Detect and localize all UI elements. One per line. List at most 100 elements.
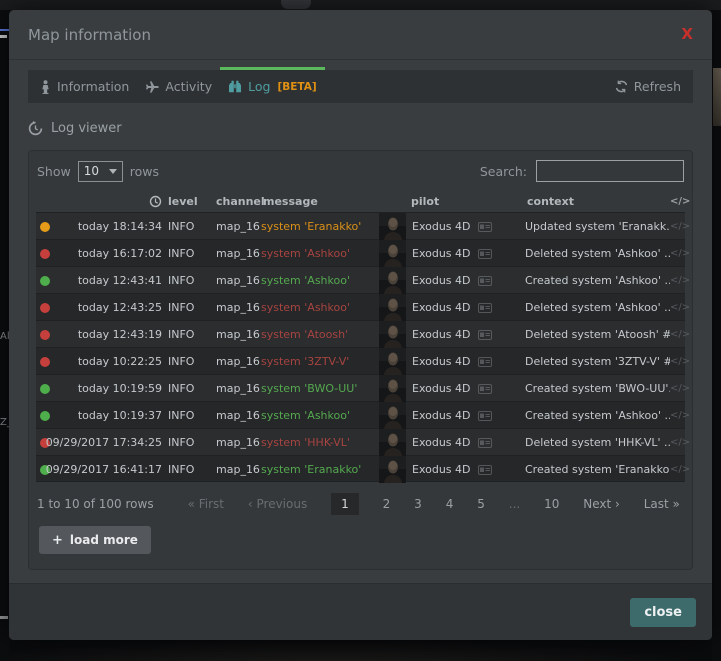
log-context: Updated system 'Eranakk... [525, 220, 670, 233]
log-level: INFO [166, 274, 214, 287]
log-message: system 'Ashkoo' [261, 247, 350, 260]
page-number[interactable]: 1 [331, 493, 359, 515]
header-level[interactable]: level [166, 195, 214, 208]
log-context: Deleted system 'HHK-VL' ... [525, 436, 670, 449]
page-number[interactable]: 3 [414, 497, 422, 511]
page-ellipsis: ... [509, 497, 520, 511]
log-message: system 'HHK-VL' [261, 436, 350, 449]
pilot-name: Exodus 4D [412, 247, 471, 260]
log-message: system 'BWO-UU' [261, 382, 357, 395]
page-size-select[interactable]: 10 [78, 161, 123, 182]
expand-row-icon[interactable]: </> [670, 383, 686, 394]
header-pilot[interactable]: pilot [409, 195, 525, 208]
table-row[interactable]: 09/29/2017 17:34:25 INFO map_16 system '… [36, 428, 685, 455]
page-previous[interactable]: ‹ Previous [248, 497, 307, 511]
header-message[interactable]: message [261, 195, 379, 208]
table-row[interactable]: today 12:43:25 INFO map_16 system 'Ashko… [36, 293, 685, 320]
binoculars-icon [228, 80, 242, 93]
table-row[interactable]: 09/29/2017 16:41:17 INFO map_16 system '… [36, 455, 685, 482]
id-card-icon [478, 438, 492, 448]
close-icon[interactable]: X [681, 27, 693, 42]
log-level: INFO [166, 436, 214, 449]
rows-label: rows [130, 164, 159, 179]
expand-row-icon[interactable]: </> [670, 302, 686, 313]
expand-row-icon[interactable]: </> [670, 356, 686, 367]
id-card-icon [478, 222, 492, 232]
tab-log[interactable]: Log [BETA] [228, 70, 317, 103]
pager: « First ‹ Previous 1 2 3 4 5 ... 10 Next… [188, 493, 684, 515]
log-context: Created system 'Ashkoo' ... [525, 409, 670, 422]
pilot-avatar [379, 429, 406, 456]
log-level: INFO [166, 355, 214, 368]
expand-row-icon[interactable]: </> [670, 221, 686, 232]
log-channel: map_16 [214, 382, 261, 395]
background-blue-line [0, 29, 9, 31]
log-level: INFO [166, 220, 214, 233]
page-number[interactable]: 2 [383, 497, 391, 511]
table-row[interactable]: today 18:14:34 INFO map_16 system 'Erana… [36, 212, 685, 239]
refresh-button[interactable]: Refresh [615, 70, 681, 103]
id-card-icon [478, 465, 492, 475]
log-message: system 'Eranakko' [261, 220, 361, 233]
log-channel: map_16 [214, 436, 261, 449]
expand-row-icon[interactable]: </> [670, 248, 686, 259]
refresh-icon [615, 80, 628, 93]
pilot-name: Exodus 4D [412, 463, 471, 476]
status-dot [40, 276, 50, 286]
page-number[interactable]: 10 [544, 497, 559, 511]
close-button[interactable]: close [630, 598, 696, 627]
log-channel: map_16 [214, 463, 261, 476]
log-time: today 10:19:37 [78, 409, 162, 422]
expand-row-icon[interactable]: </> [670, 410, 686, 421]
tab-information[interactable]: Information [40, 70, 129, 103]
id-card-icon [478, 330, 492, 340]
load-more-button[interactable]: + load more [39, 526, 151, 554]
history-icon [28, 121, 43, 136]
log-time: today 18:14:34 [78, 220, 162, 233]
table-row[interactable]: today 10:22:25 INFO map_16 system '3ZTV-… [36, 347, 685, 374]
header-context[interactable]: context [525, 195, 670, 208]
page-number[interactable]: 4 [446, 497, 454, 511]
pilot-name: Exodus 4D [412, 436, 471, 449]
page-next[interactable]: Next › [583, 497, 620, 511]
id-card-icon [478, 303, 492, 313]
expand-row-icon[interactable]: </> [670, 329, 686, 340]
log-message: system 'Ashkoo' [261, 274, 350, 287]
pilot-name: Exodus 4D [412, 382, 471, 395]
table-row[interactable]: today 12:43:41 INFO map_16 system 'Ashko… [36, 266, 685, 293]
expand-row-icon[interactable]: </> [670, 437, 686, 448]
status-dot [40, 411, 50, 421]
log-channel: map_16 [214, 409, 261, 422]
status-dot [40, 330, 50, 340]
id-card-icon [478, 276, 492, 286]
table-row[interactable]: today 10:19:37 INFO map_16 system 'Ashko… [36, 401, 685, 428]
table-row[interactable]: today 16:17:02 INFO map_16 system 'Ashko… [36, 239, 685, 266]
log-level: INFO [166, 463, 214, 476]
log-channel: map_16 [214, 220, 261, 233]
pilot-avatar [379, 294, 406, 321]
screen: Ali Z_ Map information X Information Act… [0, 0, 721, 661]
header-channel[interactable]: channel [214, 195, 261, 208]
caret-down-icon [109, 169, 117, 174]
table-row[interactable]: today 12:43:19 INFO map_16 system 'Atoos… [36, 320, 685, 347]
log-channel: map_16 [214, 328, 261, 341]
table-row[interactable]: today 10:19:59 INFO map_16 system 'BWO-U… [36, 374, 685, 401]
log-time: today 10:19:59 [78, 382, 162, 395]
street-view-person-icon [40, 80, 51, 94]
page-number[interactable]: 5 [477, 497, 485, 511]
pilot-name: Exodus 4D [412, 409, 471, 422]
background-bottom [9, 640, 712, 661]
log-viewer-heading: Log viewer [28, 121, 122, 136]
id-card-icon [478, 384, 492, 394]
search-input[interactable] [536, 160, 684, 182]
page-first[interactable]: « First [188, 497, 224, 511]
log-message: system 'Ashkoo' [261, 409, 350, 422]
expand-row-icon[interactable]: </> [670, 464, 686, 475]
page-last[interactable]: Last » [644, 497, 680, 511]
tab-activity[interactable]: Activity [145, 70, 212, 103]
show-label: Show [37, 164, 71, 179]
pilot-avatar [379, 375, 406, 402]
pilot-avatar [379, 240, 406, 267]
expand-row-icon[interactable]: </> [670, 275, 686, 286]
log-context: Deleted system 'Atoosh' #... [525, 328, 670, 341]
